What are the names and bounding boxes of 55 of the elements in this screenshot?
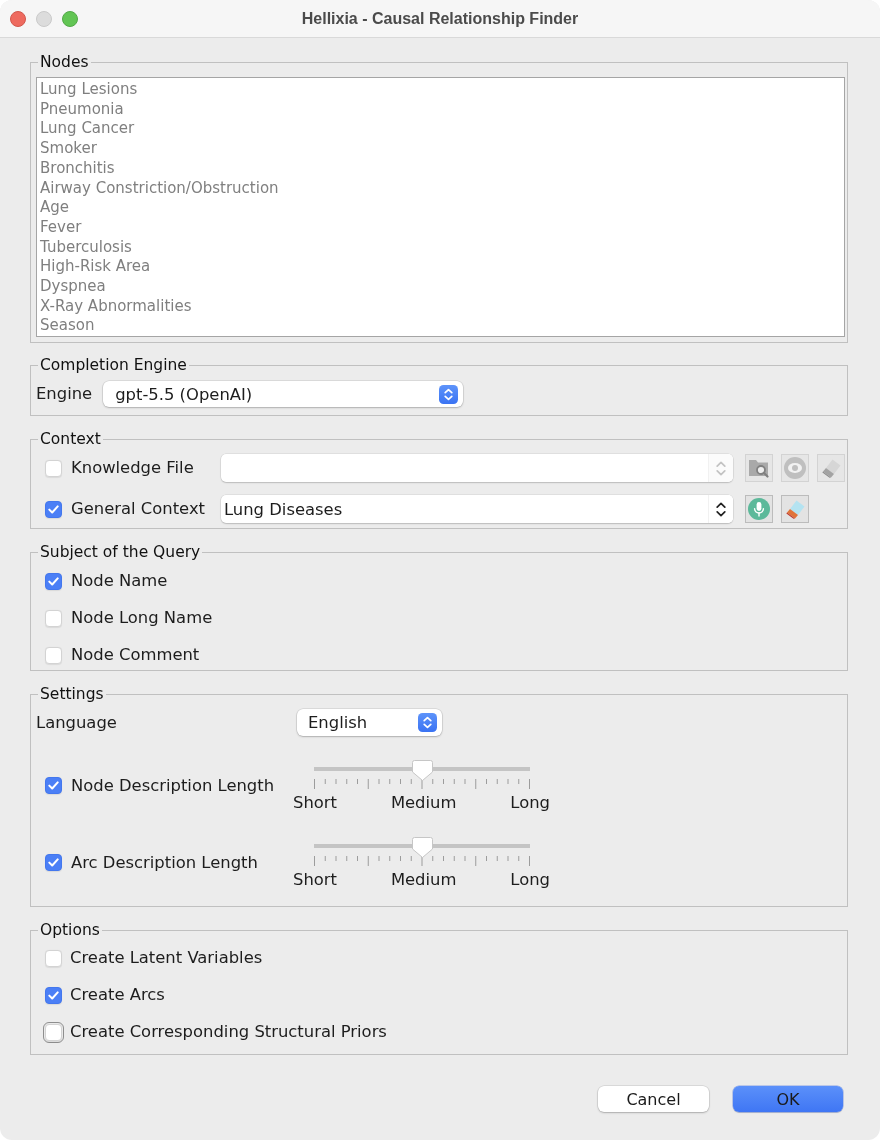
eye-icon (784, 457, 806, 479)
checkbox-label: Node Comment (71, 645, 200, 665)
close-button[interactable] (10, 10, 26, 27)
group-title: Nodes (39, 53, 90, 71)
dropdown[interactable]: gpt-5.5 (OpenAI) (103, 381, 464, 407)
checkbox-label: Node Name (71, 571, 168, 591)
eraser-icon (820, 458, 842, 478)
microphone-icon (748, 498, 770, 520)
scale-label: Long (510, 794, 550, 811)
check-icon (48, 858, 59, 867)
updown-chevrons-icon (716, 460, 726, 476)
check-icon (48, 504, 59, 514)
scale-label: Short (293, 794, 337, 811)
field-label: Language (36, 712, 117, 733)
scale-label: Short (293, 871, 337, 888)
dropdown[interactable]: English (297, 709, 442, 736)
group-title: Context (39, 430, 102, 448)
slider-thumb[interactable] (411, 760, 433, 781)
checkbox[interactable] (45, 500, 62, 518)
check-icon (48, 781, 59, 790)
updown-chevrons-icon (716, 501, 726, 517)
checkbox-label: Create Latent Variables (70, 948, 263, 968)
voice-button[interactable] (745, 495, 773, 523)
ok-button[interactable]: OK (733, 1086, 843, 1112)
checkbox-label: Create Corresponding Structural Priors (70, 1022, 387, 1042)
zoom-button[interactable] (62, 10, 78, 27)
updown-arrows-icon (418, 713, 437, 732)
updown-arrows-icon (439, 384, 459, 404)
checkbox[interactable] (45, 777, 62, 794)
combo-field[interactable]: Lung Diseases (221, 495, 733, 523)
checkbox-label: Node Description Length (71, 775, 275, 796)
checkbox[interactable] (44, 986, 62, 1004)
group-title: Completion Engine (39, 356, 188, 374)
slider-thumb[interactable] (411, 837, 433, 858)
cancel-button[interactable]: Cancel (598, 1086, 709, 1112)
group-title: Subject of the Query (39, 543, 202, 561)
checkbox[interactable] (45, 572, 62, 590)
scale-label: Medium (390, 871, 457, 888)
checkbox-label: Knowledge File (71, 458, 194, 478)
clear-button[interactable] (781, 495, 809, 523)
folder-search-icon (748, 458, 770, 478)
checkbox-label: Arc Description Length (71, 852, 258, 873)
check-icon (47, 990, 59, 1000)
checkbox-label: Create Arcs (70, 985, 165, 1005)
group-title: Options (39, 921, 101, 939)
scale-label: Medium (390, 794, 457, 811)
checkbox-label: General Context (71, 499, 205, 519)
checkbox[interactable] (45, 854, 62, 871)
eraser-icon (784, 499, 806, 519)
scale-label: Long (510, 871, 550, 888)
window-title: Hellixia - Causal Relationship Finder (301, 9, 579, 28)
checkbox-label: Node Long Name (71, 608, 213, 628)
check-icon (48, 576, 59, 586)
field-label: Engine (36, 384, 93, 404)
group-title: Settings (39, 685, 105, 703)
